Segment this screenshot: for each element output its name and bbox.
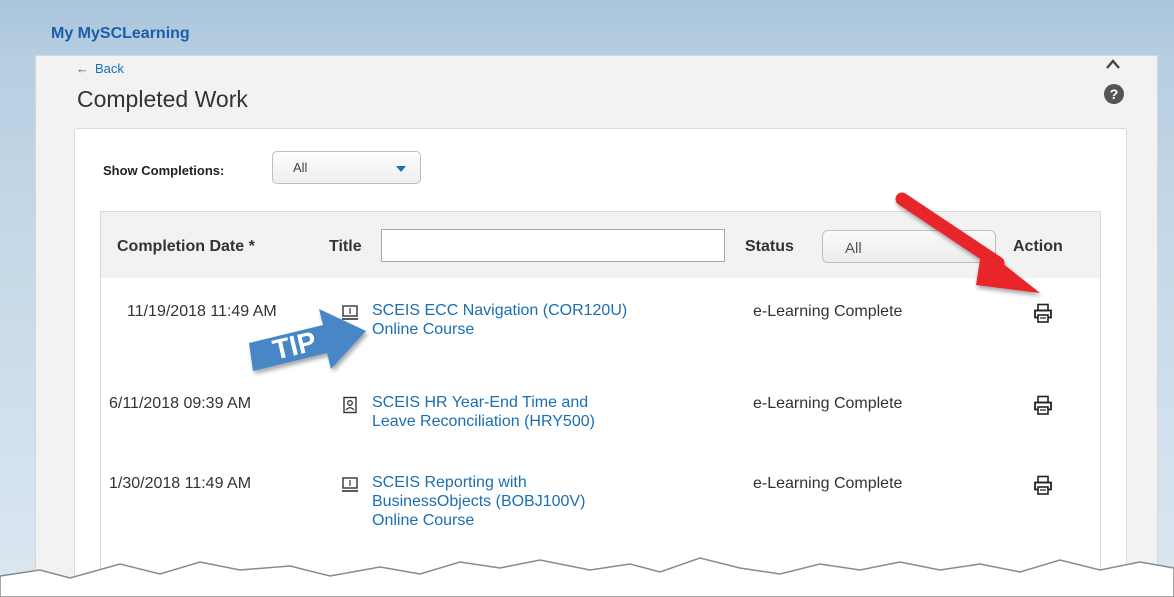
help-icon[interactable]: ? xyxy=(1104,84,1124,104)
row-3-title-line-2: BusinessObjects (BOBJ100V) xyxy=(372,493,586,510)
row-3-date: 1/30/2018 11:49 AM xyxy=(109,475,252,492)
chevron-up-icon[interactable] xyxy=(1103,56,1123,72)
row-3-status: e-Learning Complete xyxy=(753,475,903,492)
torn-edge-decoration xyxy=(0,557,1174,597)
title-filter-input[interactable] xyxy=(381,229,725,262)
row-1-title-line-2: Online Course xyxy=(372,321,475,338)
row-2-date: 6/11/2018 09:39 AM xyxy=(109,395,252,412)
show-completions-select[interactable]: All xyxy=(272,151,421,184)
print-icon[interactable] xyxy=(1034,395,1052,415)
back-arrow-icon: ← xyxy=(76,61,89,76)
chevron-down-icon xyxy=(396,166,406,172)
row-3-title-link[interactable]: SCEIS Reporting with BusinessObjects (BO… xyxy=(372,473,585,530)
print-icon[interactable] xyxy=(1034,475,1052,495)
tip-annotation: TIP xyxy=(249,309,366,371)
show-completions-label: Show Completions: xyxy=(103,163,225,178)
row-1-title-line-1: SCEIS ECC Navigation (COR120U) xyxy=(372,302,628,319)
row-1-status: e-Learning Complete xyxy=(753,303,903,320)
course-icon xyxy=(343,396,357,414)
online-course-icon xyxy=(342,477,358,492)
print-icon[interactable] xyxy=(1034,303,1052,323)
app-title: My MySCLearning xyxy=(51,25,190,42)
red-arrow-annotation xyxy=(895,192,1040,293)
row-2-status: e-Learning Complete xyxy=(753,395,903,412)
row-3-title-line-1: SCEIS Reporting with xyxy=(372,474,527,491)
column-header-title[interactable]: Title xyxy=(329,238,362,256)
row-2-title-line-1: SCEIS HR Year-End Time and xyxy=(372,394,589,411)
row-2-title-line-2: Leave Reconciliation (HRY500) xyxy=(372,413,595,430)
tip-text: TIP xyxy=(270,326,319,366)
row-3-title-line-3: Online Course xyxy=(372,512,475,529)
back-label: Back xyxy=(95,61,124,76)
status-filter-value: All xyxy=(845,240,862,257)
show-completions-value: All xyxy=(293,160,308,175)
column-header-completion-date[interactable]: Completion Date * xyxy=(117,238,255,256)
row-2-title-link[interactable]: SCEIS HR Year-End Time and Leave Reconci… xyxy=(372,393,595,431)
row-1-title-link[interactable]: SCEIS ECC Navigation (COR120U) Online Co… xyxy=(372,301,627,339)
column-header-status[interactable]: Status xyxy=(745,238,794,256)
page-title: Completed Work xyxy=(77,86,248,112)
back-link[interactable]: ← Back xyxy=(76,61,124,76)
